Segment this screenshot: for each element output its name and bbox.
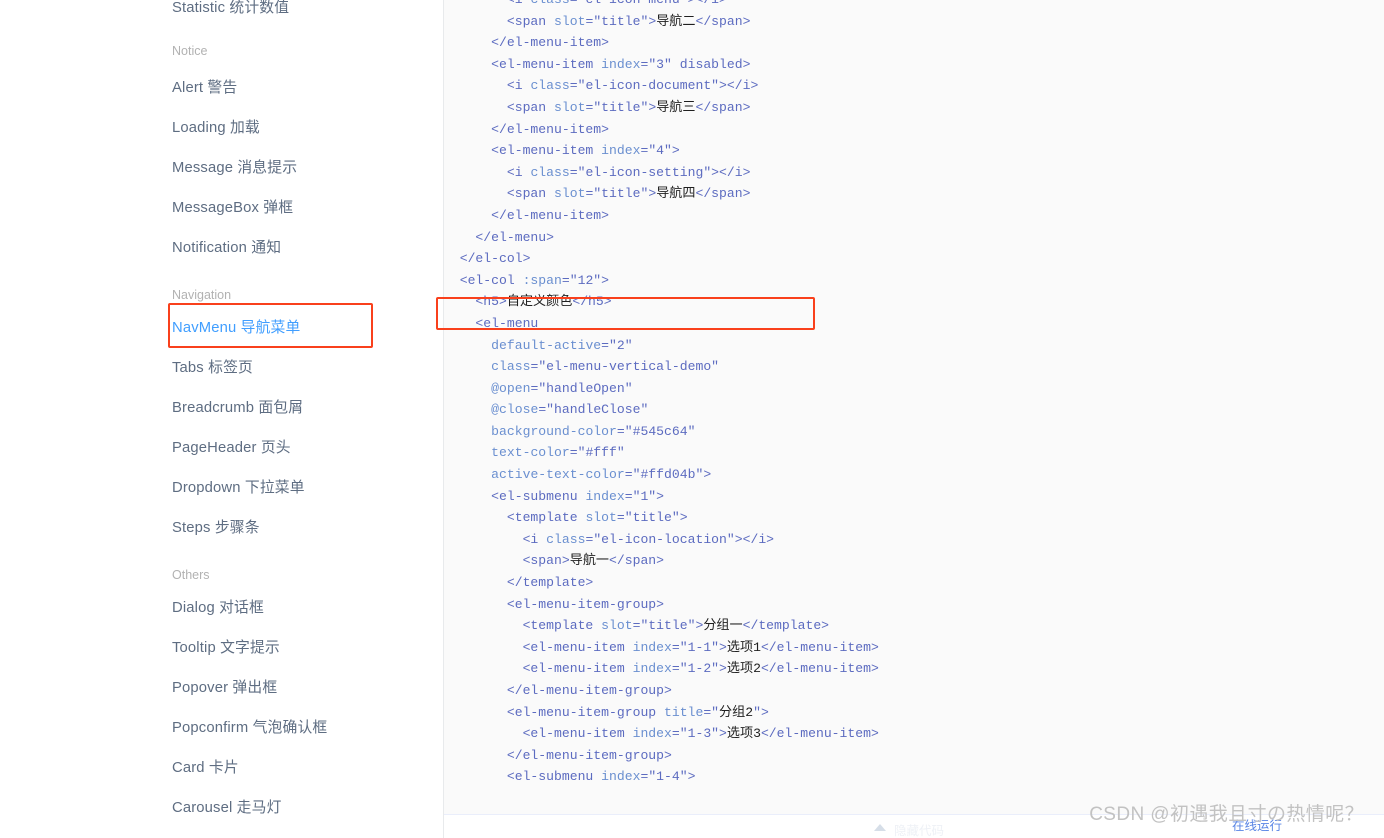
code-line: <el-menu-item index="1-2">选项2</el-menu-i… [444,661,879,677]
code-line: <template slot="title"> [444,510,688,526]
sidebar-item-messagebox[interactable]: MessageBox 弹框 [172,188,432,228]
sidebar-item-navmenu[interactable]: NavMenu 导航菜单 [172,308,432,348]
code-line: <el-menu-item-group> [444,596,665,612]
sidebar-item-message[interactable]: Message 消息提示 [172,148,432,188]
code-line: </el-menu-item> [444,121,610,137]
code-line: <el-menu-item index="4"> [444,143,680,159]
sidebar-item-card[interactable]: Card 卡片 [172,748,432,788]
code-line: <span>导航一</span> [444,553,665,569]
code-line: <h5>自定义颜色</h5> [444,294,612,310]
sidebar-group-title-navigation: Navigation [172,288,232,302]
code-line: <i class="el-icon-location"></i> [444,531,775,547]
sidebar-item-steps[interactable]: Steps 步骤条 [172,508,432,548]
sidebar-item-popover[interactable]: Popover 弹出框 [172,668,432,708]
code-line: </el-menu-item> [444,207,610,223]
code-line: <el-menu-item index="1-3">选项3</el-menu-i… [444,726,879,742]
docs-sidebar: Statistic 统计数值 Notice Alert 警告 Loading 加载 Me… [0,0,443,838]
code-line: active-text-color="#ffd04b"> [491,467,712,483]
code-line: <span slot="title">导航三</span> [444,99,751,115]
code-line: <i class="el-icon-menu"></i> [444,0,1384,11]
sidebar-group-title-notice: Notice [172,44,208,58]
code-line: <i class="el-icon-setting"></i> [444,164,751,180]
code-preview-panel[interactable]: <i class="el-icon-menu"></i> <span slot=… [444,0,1384,814]
code-line: background-color="#545c64" [491,423,696,439]
sidebar-item-dropdown[interactable]: Dropdown 下拉菜单 [172,468,432,508]
code-line: <el-menu-item-group title="分组2"> [444,704,769,720]
code-line: <template slot="title">分组一</template> [444,618,830,634]
code-line: </template> [444,575,594,591]
code-line: <el-col :span="12"> [444,272,610,288]
code-line: <span slot="title">导航四</span> [444,186,751,202]
sidebar-item-popconfirm[interactable]: Popconfirm 气泡确认框 [172,708,432,748]
collapse-label: 隐藏代码 [894,824,945,838]
code-line: </el-menu> [444,229,555,245]
code-line: <el-menu [444,315,539,331]
sidebar-item-notification[interactable]: Notification 通知 [172,228,432,268]
code-line: </el-menu-item-group> [444,683,672,698]
sidebar-item-pageheader[interactable]: PageHeader 页头 [172,428,432,468]
code-line: @open="handleOpen" [491,380,633,396]
code-line: text-color="#fff" [491,445,625,461]
sidebar-item-breadcrumb[interactable]: Breadcrumb 面包屑 [172,388,432,428]
sidebar-item-tabs[interactable]: Tabs 标签页 [172,348,432,388]
code-line: <el-menu-item index="3" disabled> [444,56,751,72]
sidebar-item-dialog[interactable]: Dialog 对话框 [172,588,432,628]
sidebar-nav-list: Statistic 统计数值 Notice Alert 警告 Loading 加载 Me… [172,0,432,828]
code-line: </el-menu-item> [444,35,610,51]
code-line: class="el-menu-vertical-demo" [491,359,720,375]
code-line: @close="handleClose" [491,402,649,418]
code-line: <el-menu-item index="1-1">选项1</el-menu-i… [444,639,879,655]
sidebar-group-title-others: Others [172,568,210,582]
sidebar-item-statistic[interactable]: Statistic 统计数值 [172,0,432,28]
code-line: <el-submenu index="1"> [444,488,665,504]
collapse-up-arrow-icon[interactable] [874,824,886,831]
sidebar-item-carousel[interactable]: Carousel 走马灯 [172,788,432,828]
code-line: <i class="el-icon-document"></i> [444,78,759,94]
code-line: <span slot="title">导航二</span> [444,13,751,29]
page-root: Statistic 统计数值 Notice Alert 警告 Loading 加载 Me… [0,0,1384,838]
code-line: default-active="2" [491,337,633,353]
csdn-watermark: CSDN @初遇我且寸の热情呢？ [1089,804,1364,825]
code-source: <i class="el-icon-menu"></i> <span slot=… [444,0,1384,788]
sidebar-item-loading[interactable]: Loading 加载 [172,108,432,148]
sidebar-item-alert[interactable]: Alert 警告 [172,68,432,108]
code-line: <el-submenu index="1-4"> [444,769,696,785]
sidebar-item-tooltip[interactable]: Tooltip 文字提示 [172,628,432,668]
code-line: </el-col> [444,251,531,267]
code-line: </el-menu-item-group> [444,747,672,763]
